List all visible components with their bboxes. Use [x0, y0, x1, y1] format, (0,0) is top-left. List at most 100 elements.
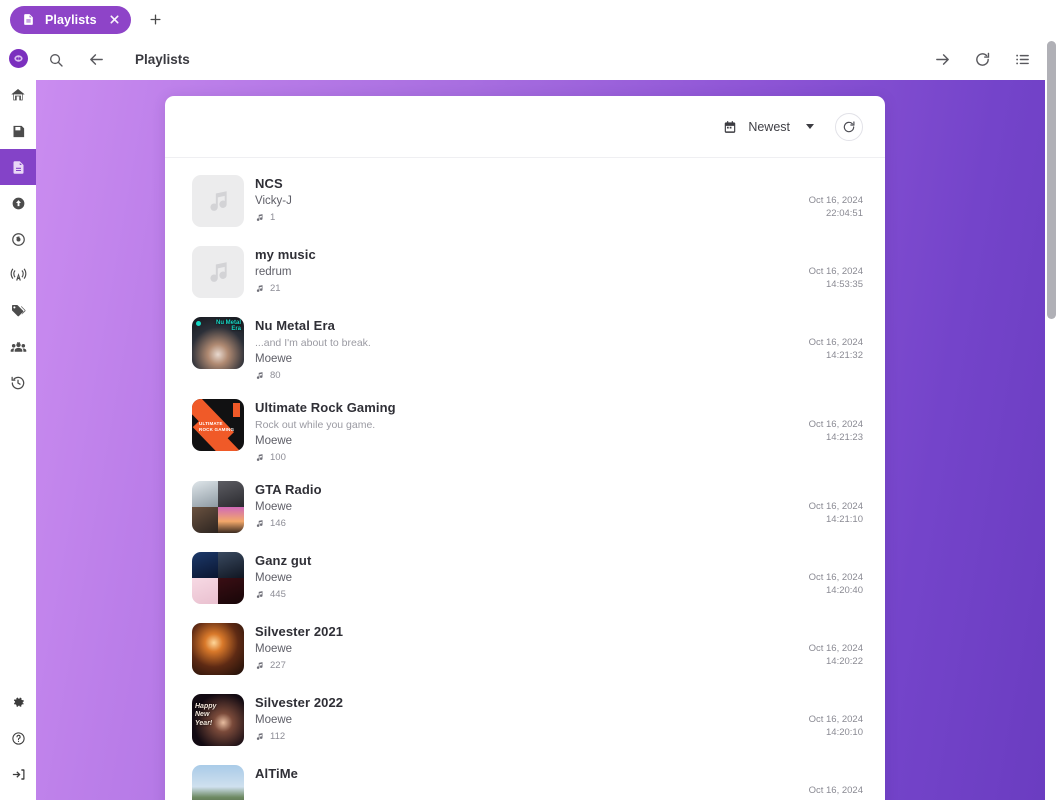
playlist-owner: Moewe	[255, 501, 293, 513]
playlist-title: GTA Radio	[255, 482, 322, 497]
refresh-button[interactable]	[835, 112, 863, 141]
playlist-meta: NCS Vicky-J 1	[255, 175, 791, 223]
card-header: Newest	[165, 96, 885, 158]
playlist-track-count: 112	[255, 731, 791, 742]
playlist-time: 14:21:32	[826, 349, 863, 361]
playlist-date: Oct 16, 2024	[808, 572, 863, 583]
sidebar-item-albums[interactable]	[0, 221, 36, 257]
sidebar-item-playlists[interactable]	[0, 149, 36, 185]
sidebar-item-settings[interactable]	[0, 684, 36, 720]
playlist-track-count: 80	[255, 370, 791, 381]
sidebar-item-home[interactable]	[0, 77, 36, 113]
playlist-title: NCS	[255, 176, 283, 191]
playlist-title: Silvester 2022	[255, 695, 344, 710]
playlist-owner: Moewe	[255, 572, 293, 584]
sidebar-item-artists[interactable]	[0, 329, 36, 365]
arrow-left-icon[interactable]	[76, 39, 116, 80]
close-icon[interactable]	[109, 14, 120, 25]
sidebar-item-history[interactable]	[0, 365, 36, 401]
arrow-right-icon[interactable]	[922, 39, 962, 80]
sort-dropdown[interactable]: Newest	[721, 116, 816, 138]
playlist-row[interactable]: my music redrum 21 Oct 16, 2024 14:53:35	[165, 237, 885, 308]
playlist-row[interactable]: Happy New Year! Silvester 2022 Moewe 112 Oc…	[165, 685, 885, 756]
playlist-title: Silvester 2021	[255, 624, 344, 639]
chevron-down-icon	[806, 124, 814, 129]
reload-icon[interactable]	[962, 39, 1002, 80]
music-note-icon	[255, 732, 264, 741]
playlist-meta: Nu Metal Era ...and I'm about to break. M…	[255, 317, 791, 381]
playlist-row[interactable]: GTA Radio Moewe 146 Oct 16, 2024 14:21:10	[165, 472, 885, 543]
calendar-icon	[723, 120, 737, 134]
app-window: Playlists Playlists Newest NCS Vicky-J 1…	[0, 0, 1058, 800]
scrollbar-thumb[interactable]	[1047, 41, 1056, 319]
playlist-track-count: 1	[255, 212, 791, 223]
playlist-owner: Moewe	[255, 435, 293, 447]
new-tab-button[interactable]	[143, 7, 169, 33]
sidebar-item-radio[interactable]	[0, 257, 36, 293]
playlist-track-count: 445	[255, 589, 791, 600]
playlist-timestamp: Oct 16, 2024	[791, 765, 863, 798]
tab-label: Playlists	[45, 12, 97, 27]
document-icon	[22, 13, 35, 26]
sidebar-item-tags[interactable]	[0, 293, 36, 329]
playlist-date: Oct 16, 2024	[808, 785, 863, 796]
sidebar-item-upload[interactable]	[0, 185, 36, 221]
playlist-row[interactable]: AlTiMe Oct 16, 2024	[165, 756, 885, 800]
playlist-timestamp: Oct 16, 2024 22:04:51	[791, 175, 863, 220]
music-note-icon	[255, 661, 264, 670]
playlist-list: NCS Vicky-J 1 Oct 16, 2024 22:04:51 my mus…	[165, 158, 885, 800]
playlist-meta: Silvester 2022 Moewe 112	[255, 694, 791, 742]
playlist-time: 14:20:40	[826, 584, 863, 596]
playlist-timestamp: Oct 16, 2024 14:20:40	[791, 552, 863, 597]
playlist-artwork	[192, 623, 244, 675]
playlist-time: 14:21:23	[826, 431, 863, 443]
music-note-icon	[255, 453, 264, 462]
playlist-row[interactable]: ULTIMATE ROCK GAMING Ultimate Rock Gaming…	[165, 390, 885, 472]
playlist-row[interactable]: Silvester 2021 Moewe 227 Oct 16, 2024 14:2…	[165, 614, 885, 685]
playlist-artwork	[192, 481, 244, 533]
playlist-track-count: 227	[255, 660, 791, 671]
playlist-artwork: Nu Metal Era	[192, 317, 244, 369]
search-icon[interactable]	[36, 39, 76, 80]
playlist-artwork	[192, 246, 244, 298]
page-title: Playlists	[135, 52, 190, 67]
tab-playlists[interactable]: Playlists	[10, 5, 131, 34]
playlist-timestamp: Oct 16, 2024 14:53:35	[791, 246, 863, 291]
sidebar-item-login[interactable]	[0, 756, 36, 792]
sidebar-item-help[interactable]	[0, 720, 36, 756]
playlist-meta: Ultimate Rock Gaming Rock out while you …	[255, 399, 791, 463]
music-note-icon	[255, 590, 264, 599]
list-icon[interactable]	[1002, 39, 1042, 80]
music-note-icon	[255, 371, 264, 380]
playlist-owner: Moewe	[255, 643, 293, 655]
playlist-row[interactable]: NCS Vicky-J 1 Oct 16, 2024 22:04:51	[165, 166, 885, 237]
playlist-date: Oct 16, 2024	[808, 337, 863, 348]
playlist-timestamp: Oct 16, 2024 14:21:23	[791, 399, 863, 444]
playlist-time: 14:20:22	[826, 655, 863, 667]
vertical-scrollbar[interactable]	[1045, 39, 1058, 800]
sidebar-nav-top	[0, 77, 36, 401]
playlist-date: Oct 16, 2024	[808, 195, 863, 206]
playlist-row[interactable]: Ganz gut Moewe 445 Oct 16, 2024 14:20:40	[165, 543, 885, 614]
music-note-icon	[255, 284, 264, 293]
playlist-description: ...and I'm about to break.	[255, 337, 371, 349]
playlist-time: 14:21:10	[826, 513, 863, 525]
playlist-owner: Moewe	[255, 714, 293, 726]
playlist-date: Oct 16, 2024	[808, 266, 863, 277]
playlist-title: AlTiMe	[255, 766, 298, 781]
playlist-date: Oct 16, 2024	[808, 714, 863, 725]
playlist-title: Ganz gut	[255, 553, 312, 568]
playlist-artwork	[192, 552, 244, 604]
playlist-row[interactable]: Nu Metal Era Nu Metal Era ...and I'm abou…	[165, 308, 885, 390]
playlist-track-count: 146	[255, 518, 791, 529]
playlist-title: my music	[255, 247, 316, 262]
app-logo[interactable]	[0, 39, 36, 77]
playlist-date: Oct 16, 2024	[808, 643, 863, 654]
tab-bar: Playlists	[0, 0, 1058, 39]
playlist-timestamp: Oct 16, 2024 14:20:10	[791, 694, 863, 739]
playlist-description: Rock out while you game.	[255, 419, 376, 431]
playlist-artwork	[192, 765, 244, 800]
sidebar-item-saved[interactable]	[0, 113, 36, 149]
playlist-meta: my music redrum 21	[255, 246, 791, 294]
playlist-owner: Moewe	[255, 353, 293, 365]
